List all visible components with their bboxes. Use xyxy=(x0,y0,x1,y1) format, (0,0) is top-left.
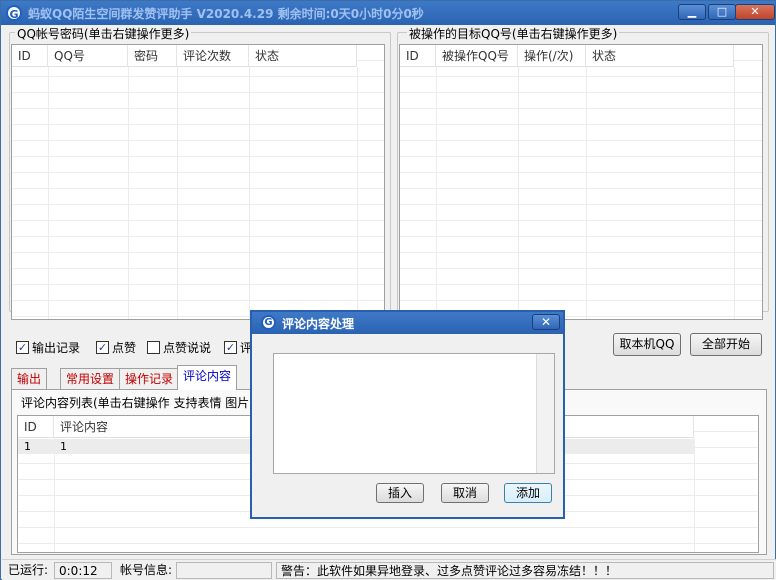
column-header-id[interactable]: ID xyxy=(400,45,436,67)
column-header-status[interactable]: 状态 xyxy=(586,45,734,67)
checkbox-check-icon: ✓ xyxy=(16,341,29,354)
column-header-qq[interactable]: QQ号 xyxy=(48,45,128,67)
dialog-title: 评论内容处理 xyxy=(282,317,355,331)
targets-group-label: 被操作的目标QQ号(单击右键操作更多) xyxy=(407,25,620,42)
running-time-value: 0:0:12 xyxy=(54,562,112,579)
targets-list-header: ID 被操作QQ号 操作(/次) 状态 xyxy=(400,45,734,67)
row-content: 1 xyxy=(60,440,67,453)
column-header-target-qq[interactable]: 被操作QQ号 xyxy=(436,45,518,67)
get-local-qq-button[interactable]: 取本机QQ xyxy=(613,333,681,356)
account-info-label: 帐号信息: xyxy=(120,563,173,577)
grid-line xyxy=(249,67,250,319)
dialog-close-button[interactable]: ✕ xyxy=(532,314,560,330)
account-info-value xyxy=(176,562,272,579)
comment-checkbox[interactable]: ✓ 评 xyxy=(224,339,252,356)
minimize-button[interactable]: ▁ xyxy=(678,4,706,20)
tab-operation-log[interactable]: 操作记录 xyxy=(119,368,180,389)
column-header-id[interactable]: ID xyxy=(18,416,54,438)
grid-line xyxy=(54,438,55,552)
comment-edit-dialog: G 评论内容处理 ✕ 插入 取消 添加 xyxy=(250,310,565,519)
tab-comment-content[interactable]: 评论内容 xyxy=(177,365,238,390)
checkbox-empty-icon xyxy=(147,341,160,354)
accounts-list[interactable]: ID QQ号 密码 评论次数 状态 xyxy=(11,44,385,320)
checkbox-check-icon: ✓ xyxy=(96,341,109,354)
insert-button[interactable]: 插入 xyxy=(376,483,424,503)
start-all-button[interactable]: 全部开始 xyxy=(690,333,762,356)
grid-line xyxy=(586,67,587,319)
grid-line xyxy=(177,67,178,319)
warning-text: 警告：此软件如果异地登录、过多点赞评论过多容易冻结！！！ xyxy=(276,562,774,579)
close-button[interactable]: ✕ xyxy=(735,4,775,20)
grid-line xyxy=(734,67,735,319)
checkbox-check-icon: ✓ xyxy=(224,341,237,354)
textarea-scrollbar[interactable] xyxy=(536,354,554,473)
grid-line xyxy=(436,67,437,319)
title-bar[interactable]: G 蚂蚁QQ陌生空间群发赞评助手 V2020.4.29 剩余时间:0天0小时0分… xyxy=(1,1,775,25)
grid-line xyxy=(694,438,695,552)
grid-line xyxy=(128,67,129,319)
status-bar: 已运行: 0:0:12 帐号信息: 警告：此软件如果异地登录、过多点赞评论过多容… xyxy=(2,559,776,580)
output-log-checkbox[interactable]: ✓ 输出记录 xyxy=(16,339,80,356)
accounts-list-header: ID QQ号 密码 评论次数 状态 xyxy=(12,45,357,67)
like-posts-label: 点赞说说 xyxy=(163,341,212,355)
column-header-status[interactable]: 状态 xyxy=(249,45,357,67)
running-time-label: 已运行: xyxy=(8,563,49,577)
add-button[interactable]: 添加 xyxy=(504,483,552,503)
dialog-title-bar[interactable]: G 评论内容处理 ✕ xyxy=(252,312,563,334)
grid-line xyxy=(518,67,519,319)
grid-line xyxy=(48,67,49,319)
window-title: 蚂蚁QQ陌生空间群发赞评助手 V2020.4.29 剩余时间:0天0小时0分0秒 xyxy=(28,7,424,21)
app-logo-icon: G xyxy=(6,5,22,21)
cancel-button[interactable]: 取消 xyxy=(441,483,489,503)
like-posts-checkbox[interactable]: 点赞说说 xyxy=(147,339,211,356)
grid-line xyxy=(357,67,358,319)
column-header-operations[interactable]: 操作(/次) xyxy=(518,45,586,67)
targets-list[interactable]: ID 被操作QQ号 操作(/次) 状态 xyxy=(399,44,763,320)
column-header-comment-count[interactable]: 评论次数 xyxy=(177,45,249,67)
row-id: 1 xyxy=(24,440,31,453)
tab-output[interactable]: 输出 xyxy=(11,368,48,389)
column-header-password[interactable]: 密码 xyxy=(128,45,177,67)
maximize-button[interactable]: □ xyxy=(708,4,736,20)
output-log-label: 输出记录 xyxy=(32,341,81,355)
accounts-group-label: QQ帐号密码(单击右键操作更多) xyxy=(15,25,192,42)
comment-textarea[interactable] xyxy=(273,353,555,474)
dialog-logo-icon: G xyxy=(261,315,276,330)
like-label: 点赞 xyxy=(112,341,137,355)
comment-list-label: 评论内容列表(单击右键操作 支持表情 图片 xyxy=(21,396,250,410)
like-checkbox[interactable]: ✓ 点赞 xyxy=(96,339,136,356)
column-header-id[interactable]: ID xyxy=(12,45,48,67)
tab-settings[interactable]: 常用设置 xyxy=(60,368,121,389)
